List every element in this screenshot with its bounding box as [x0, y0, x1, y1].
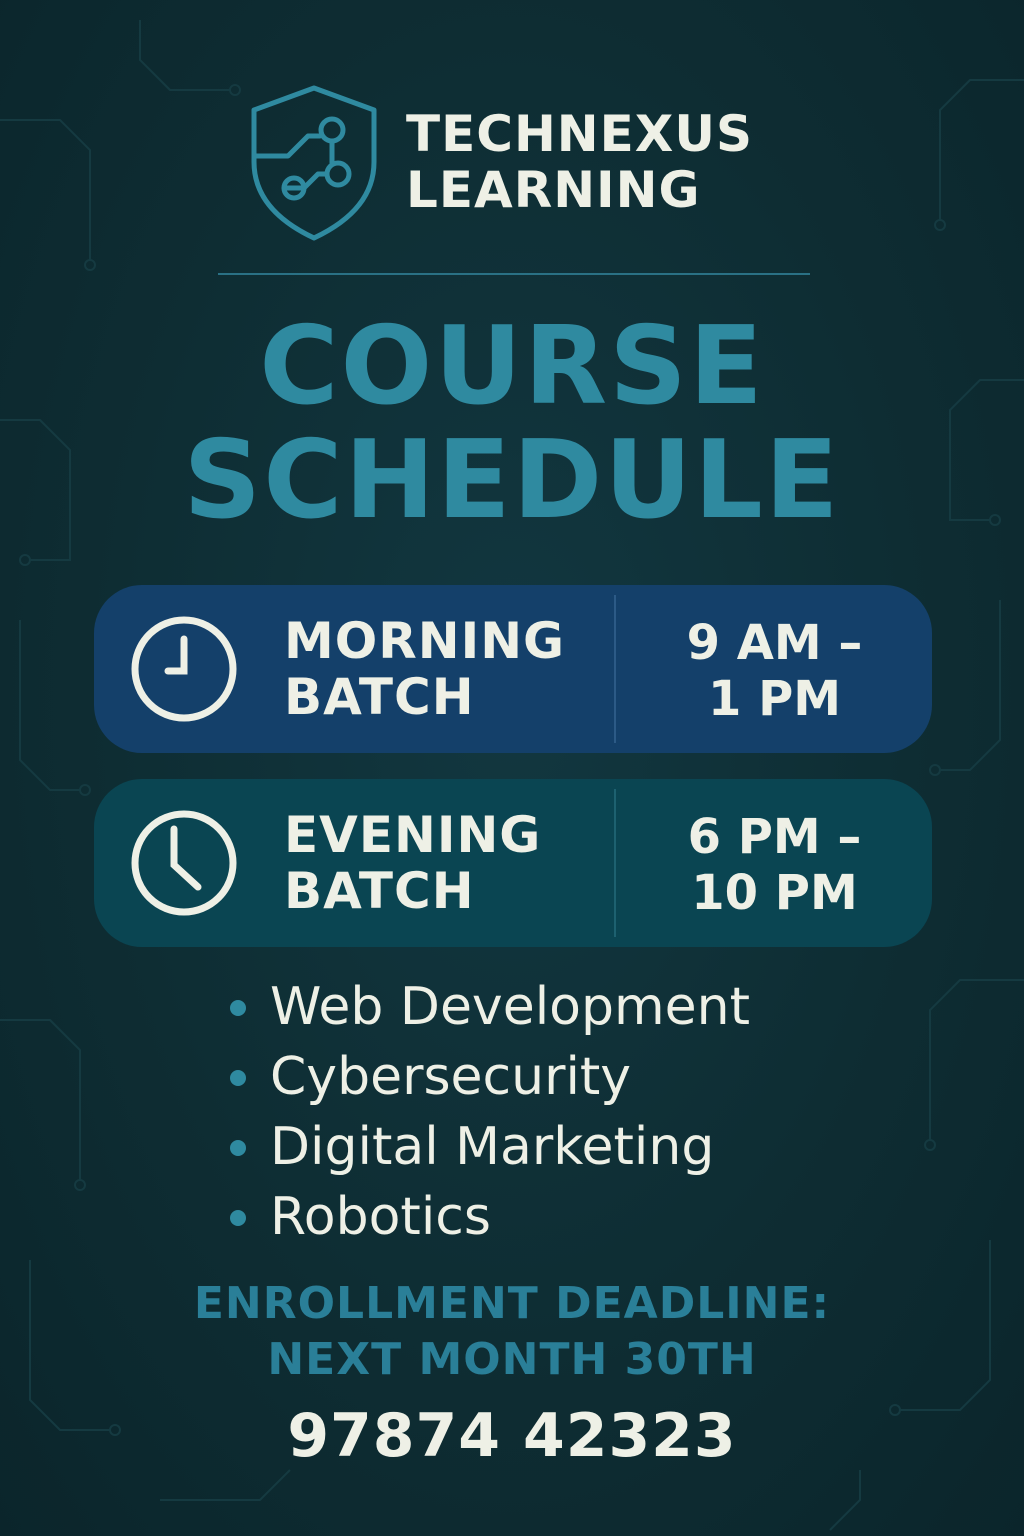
enrollment-deadline: ENROLLMENT DEADLINE: NEXT MONTH 30TH — [0, 1276, 1024, 1388]
evening-batch-name-line1: EVENING — [284, 806, 542, 864]
evening-batch-card: EVENING BATCH 6 PM – 10 PM — [94, 779, 932, 947]
title-line1: COURSE — [259, 304, 765, 429]
morning-batch-separator — [614, 595, 616, 743]
list-item: Robotics — [228, 1182, 750, 1252]
clock-icon — [131, 810, 237, 916]
poster: TECHNEXUS LEARNING COURSE SCHEDULE MORNI… — [0, 0, 1024, 1536]
course-list: Web Development Cybersecurity Digital Ma… — [228, 972, 750, 1252]
title-line2: SCHEDULE — [183, 418, 841, 543]
evening-batch-time: 6 PM – 10 PM — [617, 809, 932, 921]
bullet-icon — [230, 1000, 246, 1016]
header-divider — [218, 273, 810, 275]
course-name: Digital Marketing — [270, 1117, 715, 1177]
brand-name-line2: LEARNING — [406, 161, 701, 219]
page-title: COURSE SCHEDULE — [0, 310, 1024, 538]
bullet-icon — [230, 1070, 246, 1086]
brand-name: TECHNEXUS LEARNING — [406, 106, 753, 218]
morning-batch-name-line2: BATCH — [284, 668, 475, 726]
evening-batch-name-line2: BATCH — [284, 862, 475, 920]
evening-batch-time-line1: 6 PM – — [687, 809, 862, 865]
deadline-line1: ENROLLMENT DEADLINE: — [193, 1278, 831, 1329]
deadline-line2: NEXT MONTH 30TH — [267, 1334, 757, 1385]
course-name: Robotics — [270, 1187, 491, 1247]
bullet-icon — [230, 1140, 246, 1156]
morning-batch-time-line1: 9 AM – — [686, 615, 863, 671]
evening-batch-name: EVENING BATCH — [284, 807, 541, 919]
evening-batch-separator — [614, 789, 616, 937]
morning-batch-name-line1: MORNING — [284, 612, 566, 670]
list-item: Cybersecurity — [228, 1042, 750, 1112]
brand-logo: TECHNEXUS LEARNING — [248, 84, 768, 244]
morning-batch-name: MORNING BATCH — [284, 613, 565, 725]
list-item: Digital Marketing — [228, 1112, 750, 1182]
brand-name-line1: TECHNEXUS — [406, 105, 753, 163]
bullet-icon — [230, 1210, 246, 1226]
course-name: Cybersecurity — [270, 1047, 632, 1107]
morning-batch-time: 9 AM – 1 PM — [617, 615, 932, 727]
clock-icon — [131, 616, 237, 722]
evening-batch-time-line2: 10 PM — [691, 865, 858, 921]
course-name: Web Development — [270, 977, 750, 1037]
morning-batch-card: MORNING BATCH 9 AM – 1 PM — [94, 585, 932, 753]
shield-circuit-icon — [251, 85, 377, 241]
phone-number[interactable]: 97874 42323 — [0, 1400, 1024, 1472]
list-item: Web Development — [228, 972, 750, 1042]
morning-batch-time-line2: 1 PM — [707, 671, 842, 727]
